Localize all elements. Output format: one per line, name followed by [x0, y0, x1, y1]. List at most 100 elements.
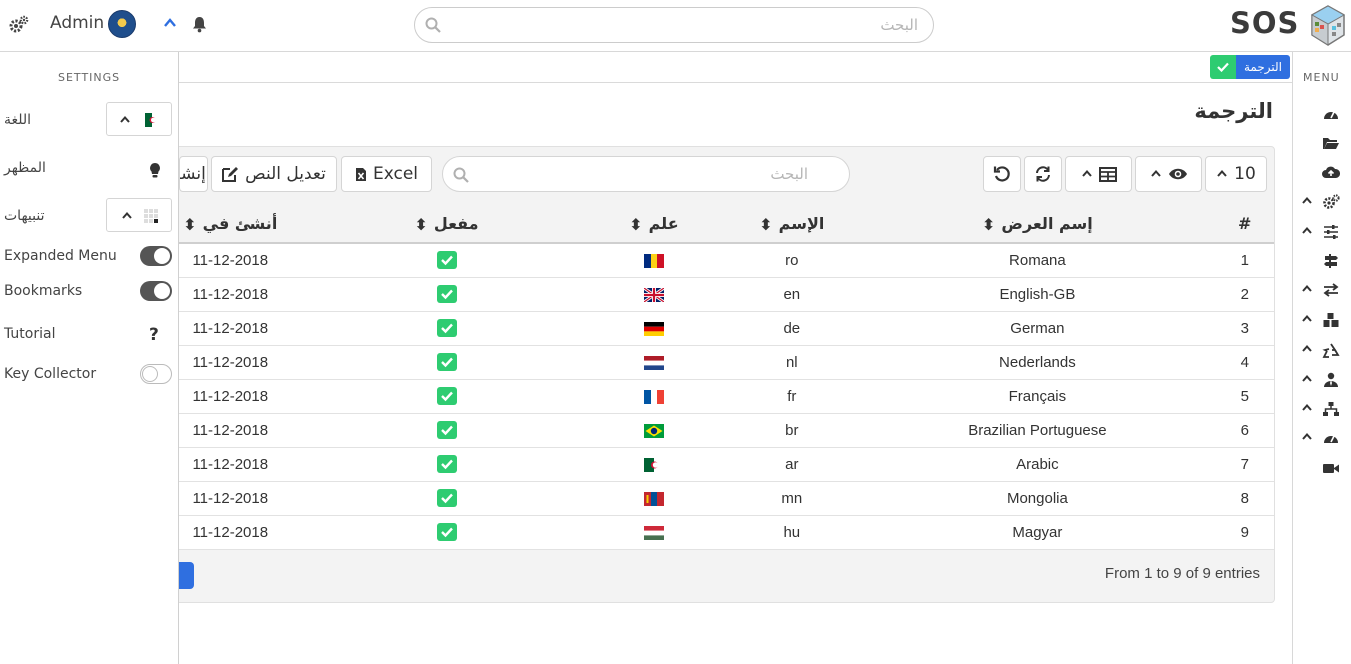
expanded-menu-toggle[interactable] — [140, 246, 172, 266]
col-header-active[interactable]: ⬍ مفعل — [309, 205, 584, 244]
table-row[interactable]: 11-12-2018 nl Nederlands 4 — [151, 345, 1274, 380]
menu-item-map-signs[interactable] — [1293, 251, 1351, 273]
menu-item-user-tie[interactable] — [1293, 370, 1351, 392]
active-check-icon[interactable] — [436, 285, 457, 304]
cell-name: nl — [724, 345, 860, 380]
active-check-icon[interactable] — [436, 251, 457, 270]
user-tie-icon — [1324, 372, 1338, 387]
video-icon — [1323, 464, 1339, 473]
bookmarks-toggle[interactable] — [140, 281, 172, 301]
table-row[interactable]: 11-12-2018 en English-GB 2 — [151, 277, 1274, 312]
cubes-icon — [1323, 313, 1339, 327]
cell-num: 2 — [1215, 277, 1274, 312]
columns-layout-button[interactable] — [1065, 156, 1132, 192]
active-check-icon[interactable] — [436, 421, 457, 440]
active-check-icon[interactable] — [436, 353, 457, 372]
refresh-button[interactable] — [1024, 156, 1062, 192]
excel-export-button[interactable]: Excel — [341, 156, 432, 192]
sort-icon: ⬍ — [629, 214, 643, 234]
cell-num: 9 — [1215, 515, 1274, 550]
question-icon[interactable]: ? — [149, 325, 159, 345]
user-name[interactable]: Admin — [50, 13, 104, 33]
menu-item-recycle[interactable] — [1293, 340, 1351, 362]
theme-label: المظهر — [4, 160, 46, 176]
menu-item-video[interactable] — [1293, 458, 1351, 480]
active-check-icon[interactable] — [436, 319, 457, 338]
table-row[interactable]: 11-12-2018 br Brazilian Portuguese 6 — [151, 413, 1274, 448]
cell-name: br — [724, 413, 860, 448]
cell-flag — [583, 345, 725, 380]
table-header-row: ⬍ أنشئ في ⬍ مفعل ⬍ علم ⬍ الإسم ⬍ إسم العرض # — [151, 205, 1274, 244]
avatar[interactable] — [108, 10, 136, 38]
translations-card: 10 Excel ت — [150, 146, 1275, 603]
mn-flag-icon — [643, 491, 664, 506]
cell-flag — [583, 413, 725, 448]
cell-num: 4 — [1215, 345, 1274, 380]
menu-item-folder-open[interactable] — [1293, 133, 1351, 155]
cell-flag — [583, 277, 725, 312]
col-header-flag[interactable]: ⬍ علم — [583, 205, 725, 244]
chevron-up-icon — [1302, 284, 1312, 292]
table-row[interactable]: 11-12-2018 fr Français 5 — [151, 379, 1274, 414]
hu-flag-icon — [643, 525, 664, 540]
settings-gears-icon[interactable] — [8, 14, 30, 36]
col-header-name[interactable]: ⬍ الإسم — [724, 205, 860, 244]
menu-item-dashboard[interactable] — [1293, 104, 1351, 126]
dashboard-icon — [1324, 111, 1338, 119]
toggle-knob — [142, 366, 158, 382]
menu-item-sliders[interactable] — [1293, 222, 1351, 244]
bell-icon[interactable] — [191, 15, 208, 33]
menu-item-cloud-upload[interactable] — [1293, 162, 1351, 184]
logo-icon — [1310, 5, 1346, 46]
col-header-display-name[interactable]: ⬍ إسم العرض — [859, 205, 1216, 244]
column-visibility-button[interactable] — [1135, 156, 1202, 192]
table-row[interactable]: 11-12-2018 ro Romana 1 — [151, 243, 1274, 278]
logo-text: SOS — [1230, 6, 1300, 40]
active-check-icon[interactable] — [436, 489, 457, 508]
sort-icon: ⬍ — [183, 214, 197, 234]
cell-active — [309, 345, 584, 380]
table-search-input[interactable] — [477, 157, 842, 191]
cell-display-name: German — [859, 311, 1216, 346]
folder-open-icon — [1323, 138, 1339, 149]
expanded-menu-label: Expanded Menu — [4, 248, 117, 264]
cell-name: ro — [724, 243, 860, 278]
chevron-up-icon[interactable] — [162, 15, 178, 31]
active-check-icon[interactable] — [436, 387, 457, 406]
create-button[interactable]: إنشا — [179, 156, 208, 192]
table-row[interactable]: 11-12-2018 hu Magyar 9 — [151, 515, 1274, 550]
chevron-up-icon — [1081, 169, 1092, 177]
reset-button[interactable] — [983, 156, 1021, 192]
cell-num: 5 — [1215, 379, 1274, 414]
col-label: # — [1238, 214, 1252, 233]
active-check-icon[interactable] — [436, 455, 457, 474]
col-label: علم — [648, 213, 679, 233]
bookmarks-label: Bookmarks — [4, 283, 83, 299]
table-row[interactable]: 11-12-2018 ar Arabic 7 — [151, 447, 1274, 482]
table-row[interactable]: 11-12-2018 de German 3 — [151, 311, 1274, 346]
map-signs-icon — [1324, 254, 1338, 268]
key-collector-toggle[interactable] — [140, 364, 172, 384]
edit-icon — [222, 167, 239, 182]
col-label: إسم العرض — [1001, 213, 1093, 233]
menu-item-sitemap[interactable] — [1293, 399, 1351, 421]
menu-item-cogs[interactable] — [1293, 192, 1351, 214]
menu-item-cubes[interactable] — [1293, 310, 1351, 332]
table-row[interactable]: 11-12-2018 mn Mongolia 8 — [151, 481, 1274, 516]
key-collector-label: Key Collector — [4, 366, 97, 382]
eye-icon — [1168, 168, 1187, 180]
menu-item-tachometer[interactable] — [1293, 428, 1351, 450]
toggle-knob — [154, 283, 170, 299]
notifications-select[interactable] — [106, 198, 172, 232]
language-select[interactable] — [106, 102, 172, 136]
menu-item-exchange[interactable] — [1293, 280, 1351, 302]
active-check-icon[interactable] — [436, 523, 457, 542]
cell-display-name: Arabic — [859, 447, 1216, 482]
cell-name: en — [724, 277, 860, 312]
edit-text-button[interactable]: تعديل النص — [211, 156, 337, 192]
global-search-input[interactable] — [451, 8, 926, 42]
chevron-up-icon — [1302, 374, 1312, 382]
lightbulb-icon[interactable] — [149, 162, 161, 179]
breadcrumb[interactable]: الترجمة — [1210, 55, 1290, 79]
page-size-select[interactable]: 10 — [1205, 156, 1267, 192]
